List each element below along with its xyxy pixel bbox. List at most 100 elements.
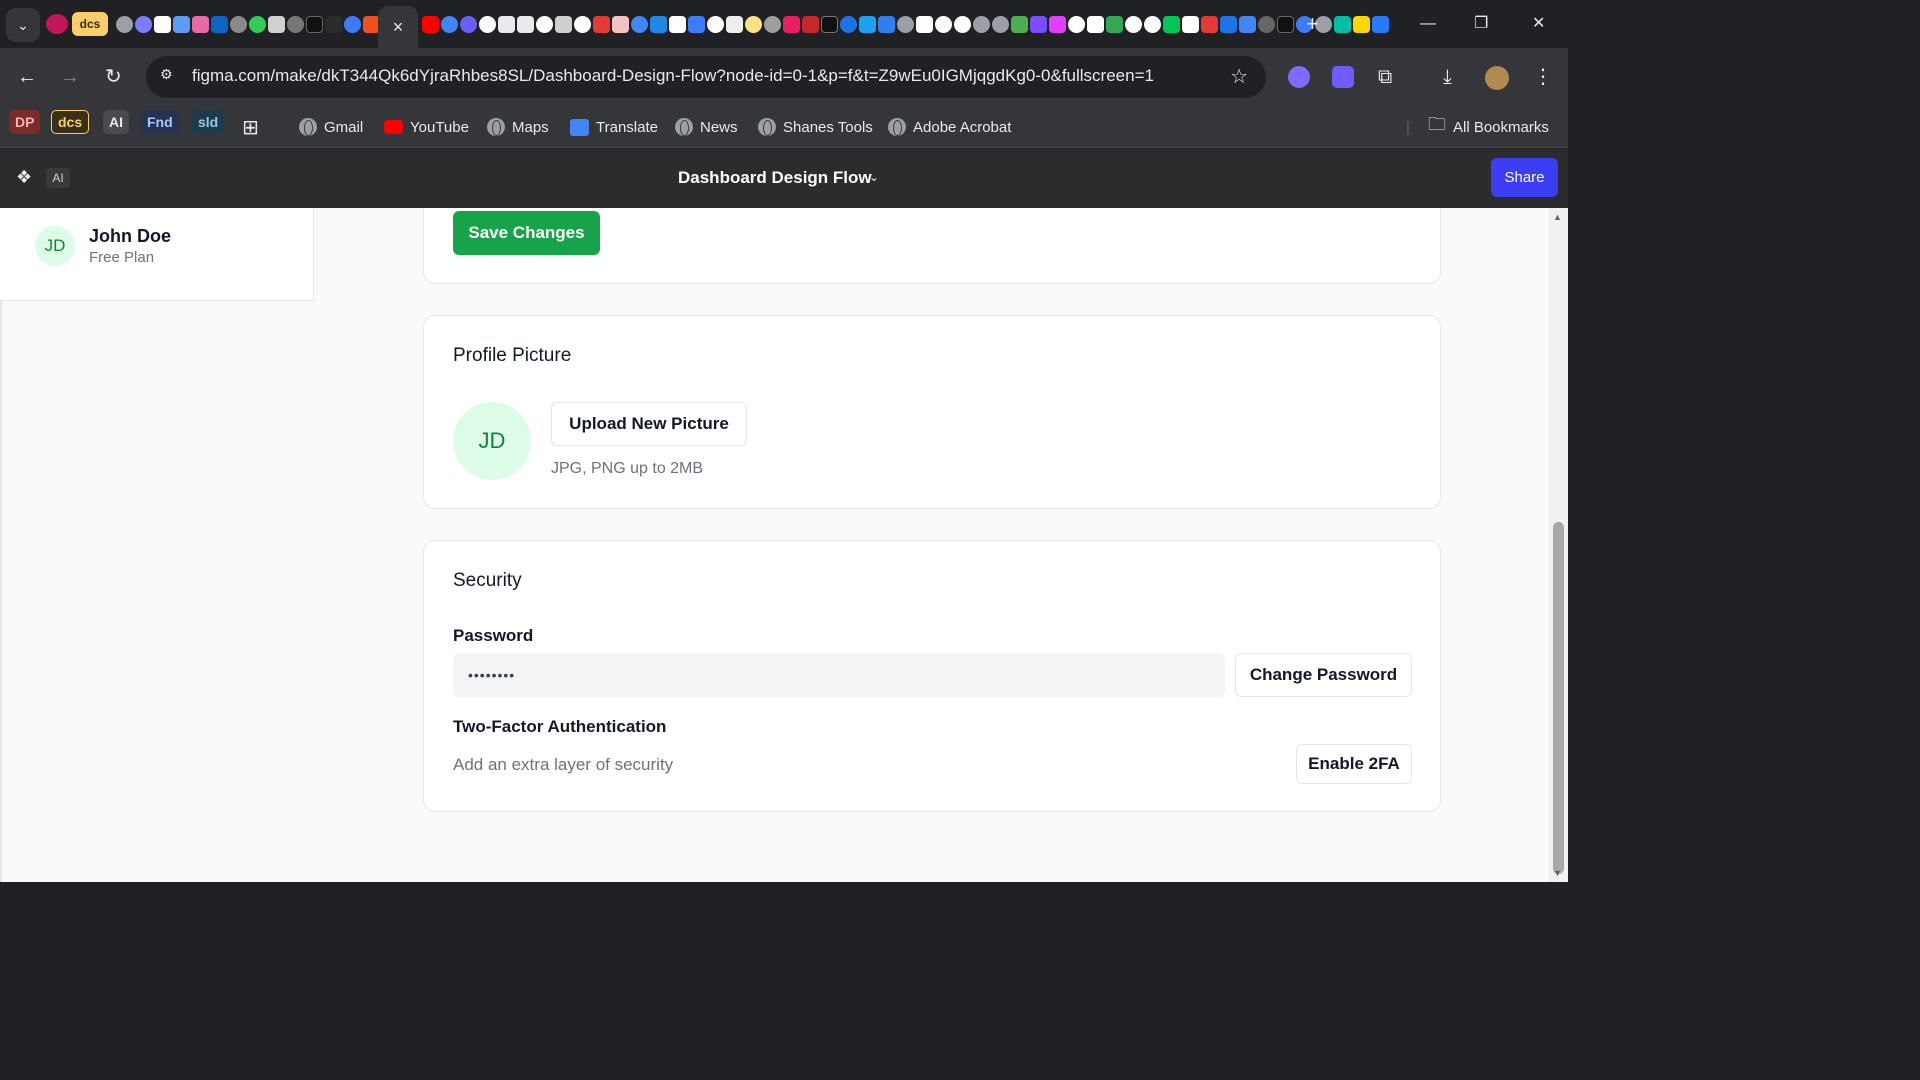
ai-badge[interactable]: AI — [46, 168, 70, 188]
back-arrow-icon[interactable]: ← — [17, 65, 37, 89]
bookmark-chip[interactable]: DP — [9, 110, 41, 134]
tab-favicon[interactable] — [230, 15, 247, 33]
tab-favicon[interactable] — [783, 15, 800, 33]
scroll-up-arrow-icon[interactable]: ▲ — [1553, 212, 1562, 222]
reload-icon[interactable]: ↻ — [105, 65, 122, 89]
tab-favicon[interactable] — [306, 15, 323, 33]
tab-favicon[interactable] — [878, 15, 895, 33]
profile-avatar[interactable] — [1485, 66, 1509, 90]
tab-favicon[interactable] — [1201, 15, 1218, 33]
tab-favicon[interactable] — [192, 15, 209, 33]
save-changes-button[interactable]: Save Changes — [453, 211, 600, 255]
file-title[interactable]: Dashboard Design Flow — [678, 168, 872, 188]
apps-grid-icon[interactable]: ⊞ — [242, 114, 259, 140]
tab-favicon[interactable] — [954, 15, 971, 33]
close-icon[interactable]: × — [393, 17, 404, 38]
tab-favicon[interactable] — [612, 15, 629, 33]
tab-favicon[interactable] — [821, 15, 838, 33]
tab-favicon[interactable] — [1087, 15, 1104, 33]
forward-arrow-icon[interactable]: → — [60, 65, 80, 89]
tab-favicon[interactable] — [1106, 15, 1123, 33]
tab-favicon[interactable] — [840, 15, 857, 33]
scrollbar-thumb[interactable] — [1553, 522, 1564, 874]
tab-favicon[interactable] — [1220, 15, 1237, 33]
bookmark-gmail[interactable]: Gmail — [299, 114, 363, 140]
tab-favicon[interactable] — [1144, 15, 1161, 33]
tab-favicon[interactable] — [517, 15, 534, 33]
tab-favicon[interactable] — [593, 15, 610, 33]
enable-2fa-button[interactable]: Enable 2FA — [1296, 744, 1412, 784]
tab-favicon[interactable] — [422, 15, 439, 33]
tab-favicon[interactable] — [249, 15, 266, 33]
tab-favicon[interactable] — [688, 15, 705, 33]
pinned-tab-dcs[interactable]: dcs — [72, 12, 108, 36]
change-password-button[interactable]: Change Password — [1235, 653, 1412, 697]
tab-favicon[interactable] — [287, 15, 304, 33]
tab-favicon[interactable] — [1125, 15, 1142, 33]
bookmark-news[interactable]: News — [675, 114, 738, 140]
tab-favicon[interactable] — [135, 15, 152, 33]
tab-favicon[interactable] — [650, 15, 667, 33]
tab-favicon[interactable] — [935, 15, 952, 33]
tab-favicon[interactable] — [764, 15, 781, 33]
tab-favicon[interactable] — [1163, 15, 1180, 33]
download-icon[interactable]: ⤓ — [1443, 65, 1452, 89]
tab-search-button[interactable]: ⌄ — [6, 8, 40, 42]
bookmark-translate[interactable]: Translate — [570, 114, 658, 140]
bookmark-chip[interactable]: Fnd — [141, 110, 179, 134]
tab-favicon[interactable] — [441, 15, 458, 33]
tab-favicon[interactable] — [973, 15, 990, 33]
tab-favicon[interactable] — [1353, 15, 1370, 33]
tab-favicon[interactable] — [211, 15, 228, 33]
tab-favicon[interactable] — [268, 15, 285, 33]
tab-favicon[interactable] — [1258, 15, 1275, 33]
tab-favicon[interactable] — [154, 15, 171, 33]
all-bookmarks[interactable]: 🗀 All Bookmarks — [1428, 114, 1549, 140]
tab-favicon[interactable] — [707, 15, 724, 33]
bookmark-star-icon[interactable]: ☆ — [1230, 64, 1248, 89]
address-bar[interactable]: ⚙ figma.com/make/dkT344Qk6dYjraRhbes8SL/… — [146, 56, 1266, 98]
pinned-tab-favicon[interactable] — [46, 14, 68, 34]
tab-favicon[interactable] — [1049, 15, 1066, 33]
bookmark-chip[interactable]: AI — [103, 110, 129, 134]
tab-favicon[interactable] — [344, 15, 361, 33]
restore-button[interactable]: ❐ — [1474, 12, 1488, 36]
tab-favicon[interactable] — [1239, 15, 1256, 33]
tab-favicon[interactable] — [802, 15, 819, 33]
tab-favicon[interactable] — [479, 15, 496, 33]
tab-favicon[interactable] — [460, 15, 477, 33]
tab-favicon[interactable] — [1068, 15, 1085, 33]
tab-favicon[interactable] — [498, 15, 515, 33]
bookmark-maps[interactable]: Maps — [487, 114, 549, 140]
url-text[interactable]: figma.com/make/dkT344Qk6dYjraRhbes8SL/Da… — [192, 66, 1154, 86]
bookmark-youtube[interactable]: YouTube — [384, 114, 469, 140]
tab-favicon[interactable] — [916, 15, 933, 33]
tab-favicon[interactable] — [1277, 15, 1294, 33]
tab-favicon[interactable] — [536, 15, 553, 33]
scroll-down-arrow-icon[interactable]: ▼ — [1553, 868, 1562, 878]
tab-favicon[interactable] — [726, 15, 743, 33]
extension-icon[interactable] — [1332, 66, 1354, 88]
tab-favicon[interactable] — [1372, 15, 1389, 33]
site-settings-icon[interactable]: ⚙ — [160, 66, 182, 88]
tab-favicon[interactable] — [669, 15, 686, 33]
new-tab-button[interactable]: + — [1306, 13, 1319, 35]
tab-favicon[interactable] — [1182, 15, 1199, 33]
tab-favicon[interactable] — [745, 15, 762, 33]
tab-favicon[interactable] — [631, 15, 648, 33]
bookmark-shanes-tools[interactable]: Shanes Tools — [758, 114, 873, 140]
figma-logo-icon[interactable]: ❖ — [16, 167, 36, 189]
tab-favicon[interactable] — [1011, 15, 1028, 33]
bookmark-adobe-acrobat[interactable]: Adobe Acrobat — [888, 114, 1011, 140]
puzzle-icon[interactable]: ⧉ — [1378, 65, 1392, 89]
active-tab[interactable]: × — [378, 6, 418, 48]
extension-icon[interactable] — [1288, 66, 1310, 88]
tab-favicon[interactable] — [116, 15, 133, 33]
minimize-button[interactable]: — — [1420, 12, 1436, 36]
tab-favicon[interactable] — [897, 15, 914, 33]
tab-favicon[interactable] — [574, 15, 591, 33]
tab-favicon[interactable] — [992, 15, 1009, 33]
close-window-button[interactable]: ✕ — [1532, 12, 1545, 36]
bookmark-chip[interactable]: sld — [192, 110, 225, 134]
tab-favicon[interactable] — [859, 15, 876, 33]
